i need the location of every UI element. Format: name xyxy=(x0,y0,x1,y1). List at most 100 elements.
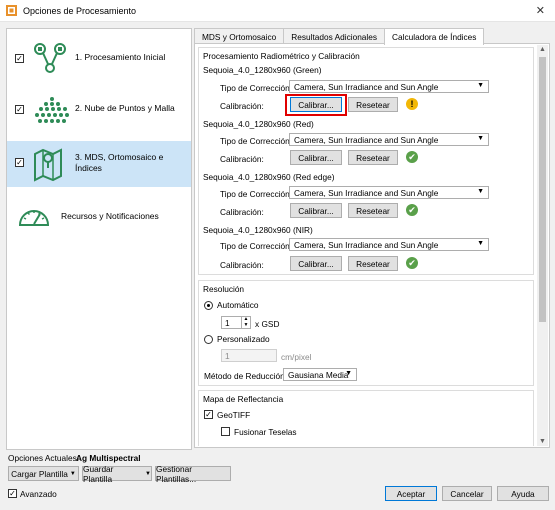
check-icon: ✔ xyxy=(406,151,418,163)
automatic-radio[interactable] xyxy=(204,301,213,310)
save-template-button[interactable]: Guardar Plantilla ▼ xyxy=(82,463,152,484)
custom-label: Personalizado xyxy=(217,334,270,344)
check-icon: ✔ xyxy=(406,257,418,269)
chevron-down-icon: ▼ xyxy=(345,370,352,377)
step-point-cloud-checkbox[interactable]: ✓ xyxy=(15,105,24,114)
step-point-cloud-label: 2. Nube de Puntos y Malla xyxy=(75,103,175,113)
step-initial-processing[interactable]: ✓ 1. Procesamiento Inicial xyxy=(7,33,191,83)
custom-radio[interactable] xyxy=(204,335,213,344)
step-dsm-ortho-index-label: 3. MDS, Ortomosaico e Índices xyxy=(75,152,163,174)
correction-type-value: Camera, Sun Irradiance and Sun Angle xyxy=(294,81,439,92)
help-button[interactable]: Ayuda xyxy=(497,486,549,501)
step-resources-label: Recursos y Notificaciones xyxy=(61,211,159,221)
step-dsm-ortho-index-checkbox[interactable]: ✓ xyxy=(15,158,24,167)
camera-name: Sequoia_4.0_1280x960 (Green) xyxy=(203,65,322,75)
calibration-label: Calibración: xyxy=(220,101,264,111)
calibrate-button[interactable]: Calibrar... xyxy=(290,256,342,271)
warning-icon: ! xyxy=(406,98,418,110)
correction-type-label: Tipo de Corrección: xyxy=(220,136,293,146)
tab-index-calculator[interactable]: Calculadora de Índices xyxy=(384,28,485,45)
app-icon xyxy=(6,5,17,16)
calibration-label: Calibración: xyxy=(220,207,264,217)
gauge-icon xyxy=(18,210,50,226)
reduction-method-label: Método de Reducción: xyxy=(204,371,288,381)
gsd-label: x GSD xyxy=(255,319,280,329)
save-template-label: Guardar Plantilla xyxy=(83,463,114,484)
camera-name: Sequoia_4.0_1280x960 (Red edge) xyxy=(203,172,335,182)
step-dsm-label-line2: Índices xyxy=(75,163,102,173)
chevron-down-icon: ▼ xyxy=(477,82,484,89)
camera-name: Sequoia_4.0_1280x960 (Red) xyxy=(203,119,314,129)
reset-button[interactable]: Resetear xyxy=(348,203,398,218)
step-initial-processing-label: 1. Procesamiento Inicial xyxy=(75,52,166,62)
title-bar: Opciones de Procesamiento ✕ xyxy=(0,0,555,22)
gsd-multiplier-spinner[interactable]: 1 ▲ ▼ xyxy=(221,316,251,329)
initial-processing-icon xyxy=(34,43,66,73)
accept-button[interactable]: Aceptar xyxy=(385,486,437,501)
reduction-method-select[interactable]: Gausiana Media ▼ xyxy=(283,368,357,381)
correction-type-value: Camera, Sun Irradiance and Sun Angle xyxy=(294,187,439,198)
step-resources-notifications[interactable]: Recursos y Notificaciones xyxy=(7,193,191,239)
current-options-value: Ag Multispectral xyxy=(76,453,141,463)
processing-steps-panel: ✓ 1. Procesamiento Inicial ✓ 2. Nube de … xyxy=(6,28,192,450)
correction-type-label: Tipo de Corrección: xyxy=(220,83,293,93)
map-icon xyxy=(34,148,62,182)
chevron-down-icon: ▼ xyxy=(477,240,484,247)
vertical-scrollbar[interactable]: ▲ ▼ xyxy=(537,45,548,446)
merge-tiles-checkbox[interactable] xyxy=(221,427,230,436)
current-options-label: Opciones Actuales: xyxy=(8,453,80,463)
calibration-label: Calibración: xyxy=(220,154,264,164)
advanced-checkbox[interactable]: ✓ xyxy=(8,489,17,498)
reset-button[interactable]: Resetear xyxy=(348,97,398,112)
step-dsm-ortho-index[interactable]: ✓ 3. MDS, Ortomosaico e Índices xyxy=(7,141,191,187)
point-cloud-icon xyxy=(35,97,69,123)
scroll-up-icon[interactable]: ▲ xyxy=(539,46,546,53)
custom-resolution-value: 1 xyxy=(225,350,230,361)
camera-name: Sequoia_4.0_1280x960 (NIR) xyxy=(203,225,313,235)
reset-button[interactable]: Resetear xyxy=(348,150,398,165)
load-template-button[interactable]: Cargar Plantilla ▼ xyxy=(8,466,79,481)
correction-type-value: Camera, Sun Irradiance and Sun Angle xyxy=(294,134,439,145)
geotiff-label: GeoTIFF xyxy=(217,410,251,420)
advanced-label: Avanzado xyxy=(20,489,57,499)
correction-type-select[interactable]: Camera, Sun Irradiance and Sun Angle ▼ xyxy=(289,186,489,199)
cancel-button[interactable]: Cancelar xyxy=(442,486,492,501)
reflectance-group-title: Mapa de Reflectancia xyxy=(203,394,284,404)
merge-tiles-label: Fusionar Teselas xyxy=(234,427,297,437)
step-initial-processing-checkbox[interactable]: ✓ xyxy=(15,54,24,63)
dropdown-arrow-icon: ▼ xyxy=(69,470,76,477)
custom-unit-label: cm/pixel xyxy=(281,352,312,362)
scroll-down-icon[interactable]: ▼ xyxy=(539,438,546,445)
correction-type-value: Camera, Sun Irradiance and Sun Angle xyxy=(294,239,439,250)
correction-type-select[interactable]: Camera, Sun Irradiance and Sun Angle ▼ xyxy=(289,238,489,251)
step-point-cloud[interactable]: ✓ 2. Nube de Puntos y Malla xyxy=(7,87,191,137)
step-dsm-label-line1: 3. MDS, Ortomosaico e xyxy=(75,152,164,162)
automatic-label: Automático xyxy=(217,300,259,310)
correction-type-label: Tipo de Corrección: xyxy=(220,241,293,251)
correction-type-select[interactable]: Camera, Sun Irradiance and Sun Angle ▼ xyxy=(289,80,489,93)
calibrate-button[interactable]: Calibrar... xyxy=(290,150,342,165)
gsd-multiplier-value: 1 xyxy=(225,317,230,328)
correction-type-label: Tipo de Corrección: xyxy=(220,189,293,199)
radiometric-group-title: Procesamiento Radiométrico y Calibración xyxy=(203,51,360,61)
correction-type-select[interactable]: Camera, Sun Irradiance and Sun Angle ▼ xyxy=(289,133,489,146)
calibrate-button[interactable]: Calibrar... xyxy=(290,203,342,218)
spinner-arrows-icon[interactable]: ▲ ▼ xyxy=(241,316,250,328)
tab-additional-results[interactable]: Resultados Adicionales xyxy=(283,28,386,44)
window-title: Opciones de Procesamiento xyxy=(23,5,137,16)
geotiff-checkbox[interactable]: ✓ xyxy=(204,410,213,419)
close-icon[interactable]: ✕ xyxy=(536,4,545,17)
reduction-method-value: Gausiana Media xyxy=(288,369,349,380)
tab-bar: MDS y Ortomosaico Resultados Adicionales… xyxy=(194,28,485,45)
tab-dsm-ortho[interactable]: MDS y Ortomosaico xyxy=(194,28,285,44)
chevron-down-icon: ▼ xyxy=(477,135,484,142)
manage-templates-button[interactable]: Gestionar Plantillas... xyxy=(155,464,231,484)
calibrate-button[interactable]: Calibrar... xyxy=(290,97,342,112)
dropdown-arrow-icon: ▼ xyxy=(145,470,151,477)
check-icon: ✔ xyxy=(406,204,418,216)
custom-resolution-input[interactable]: 1 xyxy=(221,349,277,362)
reset-button[interactable]: Resetear xyxy=(348,256,398,271)
scroll-thumb[interactable] xyxy=(539,57,546,322)
chevron-down-icon: ▼ xyxy=(477,188,484,195)
load-template-label: Cargar Plantilla xyxy=(11,468,68,479)
